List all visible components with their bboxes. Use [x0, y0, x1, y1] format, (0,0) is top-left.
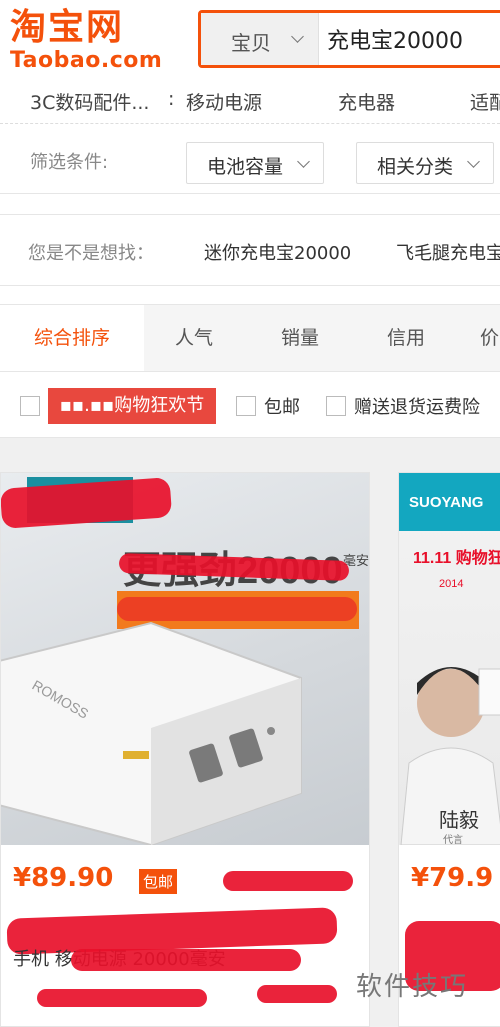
- tab-price[interactable]: 价: [480, 305, 500, 371]
- return-insurance-label[interactable]: 赠送退货运费险: [354, 393, 480, 419]
- spokesperson-name: 陆毅: [439, 809, 479, 832]
- tab-sales[interactable]: 销量: [250, 305, 350, 371]
- chevron-down-icon: [467, 155, 480, 168]
- return-insurance-checkbox[interactable]: [326, 396, 346, 416]
- promo-checkbox[interactable]: [20, 396, 40, 416]
- related-category-filter[interactable]: 相关分类: [356, 142, 494, 184]
- festival-year: 2014: [439, 578, 463, 590]
- free-shipping-badge: 包邮: [139, 869, 178, 894]
- did-you-mean-bar: 您是不是想找： 迷你充电宝20000 飞毛腿充电宝: [0, 214, 500, 286]
- filter-button-label: 电池容量: [207, 156, 284, 178]
- tab-default-sort[interactable]: 综合排序: [0, 305, 144, 371]
- power-bank-illustration: 更强劲20000 毫安 ROMOSS: [1, 477, 369, 845]
- chevron-down-icon: [297, 155, 310, 168]
- search-type-select[interactable]: 宝贝: [201, 13, 319, 65]
- product-card[interactable]: SUOYANG 11.11 购物狂欢节 2014 陆毅 代言 ¥79.9: [398, 472, 500, 1027]
- category-item[interactable]: 3C数码配件...: [30, 88, 149, 115]
- category-separator: :: [168, 88, 175, 110]
- redaction-mark: [37, 989, 207, 1007]
- suggestion-link[interactable]: 迷你充电宝20000: [204, 239, 351, 265]
- watermark-text: 软件技巧: [356, 972, 469, 1002]
- filter-label: 筛选条件:: [30, 152, 109, 173]
- top-header: 淘宝网 Taobao.com 宝贝: [0, 0, 500, 80]
- logo-cn-text: 淘宝网: [10, 7, 125, 48]
- category-path: 3C数码配件... : 移动电源 充电器 适配: [0, 80, 500, 124]
- product-card[interactable]: 更强劲20000 毫安 ROMOSS ¥89.90 包邮 手机 移动电源 200…: [0, 472, 370, 1027]
- spokesperson-sub: 代言: [443, 833, 463, 845]
- quick-filters: ▪▪.▪▪购物狂欢节 包邮 赠送退货运费险: [0, 372, 500, 438]
- tab-popularity[interactable]: 人气: [144, 305, 244, 371]
- suggestion-link[interactable]: 飞毛腿充电宝: [396, 239, 500, 265]
- category-item[interactable]: 移动电源: [186, 88, 262, 115]
- search-type-label: 宝贝: [231, 31, 271, 55]
- category-item[interactable]: 适配: [470, 88, 500, 115]
- free-shipping-label[interactable]: 包邮: [264, 393, 300, 419]
- shopping-festival-badge[interactable]: ▪▪.▪▪购物狂欢节: [48, 388, 216, 424]
- filter-bar: 筛选条件: 电池容量 相关分类: [0, 128, 500, 194]
- did-you-mean-label: 您是不是想找：: [28, 243, 154, 264]
- logo-en-text: Taobao.com: [10, 48, 163, 73]
- redaction-mark: [71, 949, 301, 971]
- product-price: ¥89.90: [13, 863, 114, 893]
- product-image[interactable]: SUOYANG 11.11 购物狂欢节 2014 陆毅 代言: [399, 473, 500, 845]
- product-image[interactable]: 更强劲20000 毫安 ROMOSS: [1, 473, 369, 845]
- search-input[interactable]: [327, 21, 500, 57]
- product-price: ¥79.9: [411, 863, 494, 893]
- redaction-mark: [223, 871, 353, 891]
- taobao-logo[interactable]: 淘宝网 Taobao.com: [10, 8, 190, 74]
- category-item[interactable]: 充电器: [338, 88, 395, 115]
- advertisement-illustration: SUOYANG 11.11 购物狂欢节 2014 陆毅 代言: [399, 473, 500, 845]
- tab-credit[interactable]: 信用: [356, 305, 456, 371]
- free-shipping-checkbox[interactable]: [236, 396, 256, 416]
- search-box: 宝贝: [198, 10, 500, 68]
- redaction-mark: [257, 985, 337, 1003]
- filter-button-label: 相关分类: [377, 156, 454, 178]
- festival-text: 11.11 购物狂欢节: [413, 548, 500, 567]
- brand-text: SUOYANG: [409, 494, 483, 511]
- sort-tabs: 综合排序 人气 销量 信用 价: [0, 304, 500, 372]
- battery-capacity-filter[interactable]: 电池容量: [186, 142, 324, 184]
- product-grid: 更强劲20000 毫安 ROMOSS ¥89.90 包邮 手机 移动电源 200…: [0, 438, 500, 1027]
- chevron-down-icon: [291, 30, 304, 43]
- redaction-mark: [117, 597, 357, 621]
